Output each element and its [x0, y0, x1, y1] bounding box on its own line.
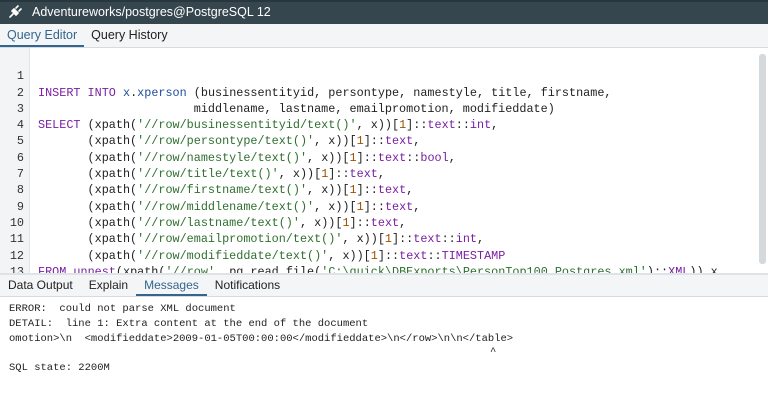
code-line: 4 (xpath('//row/persontype/text()', x))[…	[0, 101, 420, 148]
sql-editor[interactable]: 1 INSERT INTO x.xperson (businessentityi…	[0, 48, 768, 295]
error-context: omotion>\n <modifieddate>2009-01-05T00:0…	[9, 333, 514, 345]
code-line: 10 (xpath('//row/emailpromotion/text()',…	[0, 199, 484, 246]
code-line: 8 (xpath('//row/middlename/text()', x))[…	[0, 166, 420, 213]
sql-state: SQL state: 2200M	[9, 362, 110, 374]
tab-notifications[interactable]: Notifications	[207, 275, 288, 296]
code-line: 5 (xpath('//row/namestyle/text()', x))[1…	[0, 117, 456, 164]
code-line: 11 (xpath('//row/modifieddate/text()', x…	[0, 215, 506, 262]
code-line: 6 (xpath('//row/title/text()', x))[1]::t…	[0, 134, 385, 181]
tab-messages[interactable]: Messages	[136, 275, 207, 296]
error-message: ERROR: could not parse XML document	[9, 303, 236, 315]
output-tab-bar: Data Output Explain Messages Notificatio…	[0, 275, 768, 297]
title-bar: Adventureworks/postgres@PostgreSQL 12	[0, 0, 768, 24]
title-bar-edge	[0, 0, 768, 2]
editor-tab-bar: Query Editor Query History	[0, 24, 768, 48]
code-text: (xpath('//row/namestyle/text()', x))[1]:…	[38, 150, 456, 165]
code-text: (xpath('//row/persontype/text()', x))[1]…	[38, 134, 421, 149]
code-line: 7 (xpath('//row/firstname/text()', x))[1…	[0, 150, 413, 197]
code-line: 1 INSERT INTO x.xperson (businessentityi…	[0, 52, 612, 99]
code-line: 9 (xpath('//row/lastname/text()', x))[1]…	[0, 182, 406, 230]
code-text: (xpath('//row/middlename/text()', x))[1]…	[38, 199, 421, 214]
error-detail: DETAIL: line 1: Extra content at the end…	[9, 318, 369, 330]
tab-data-output[interactable]: Data Output	[0, 275, 81, 296]
code-text: (xpath('//row/emailpromotion/text()', x)…	[38, 232, 485, 247]
code-text: SELECT (xpath('//row/businessentityid/te…	[38, 118, 499, 133]
code-line: 13 WHERE (xpath('//row/emailpromotion/te…	[0, 248, 520, 295]
plug-icon	[4, 0, 26, 24]
code-text: (xpath('//row/lastname/text()', x))[1]::…	[38, 215, 407, 230]
error-caret: ^	[490, 346, 497, 358]
tab-explain[interactable]: Explain	[81, 275, 136, 296]
code-text: middlename, lastname, emailpromotion, mo…	[38, 101, 555, 116]
code-text: (xpath('//row/title/text()', x))[1]::tex…	[38, 167, 385, 182]
code-line: 2 middlename, lastname, emailpromotion, …	[0, 68, 555, 116]
tab-query-history[interactable]: Query History	[84, 24, 174, 47]
messages-panel: ERROR: could not parse XML document DETA…	[0, 297, 768, 399]
code-line: 12 FROM unnest(xpath('//row', pg_read_fi…	[0, 231, 718, 279]
code-text: (xpath('//row/firstname/text()', x))[1]:…	[38, 183, 414, 198]
code-text: INSERT INTO x.xperson (businessentityid,…	[38, 85, 612, 100]
code-text: (xpath('//row/modifieddate/text()', x))[…	[38, 248, 506, 263]
code-line: 3 SELECT (xpath('//row/businessentityid/…	[0, 85, 498, 132]
window-title: Adventureworks/postgres@PostgreSQL 12	[32, 5, 271, 19]
editor-scrollbar[interactable]	[759, 54, 766, 264]
tab-query-editor[interactable]: Query Editor	[0, 24, 85, 47]
